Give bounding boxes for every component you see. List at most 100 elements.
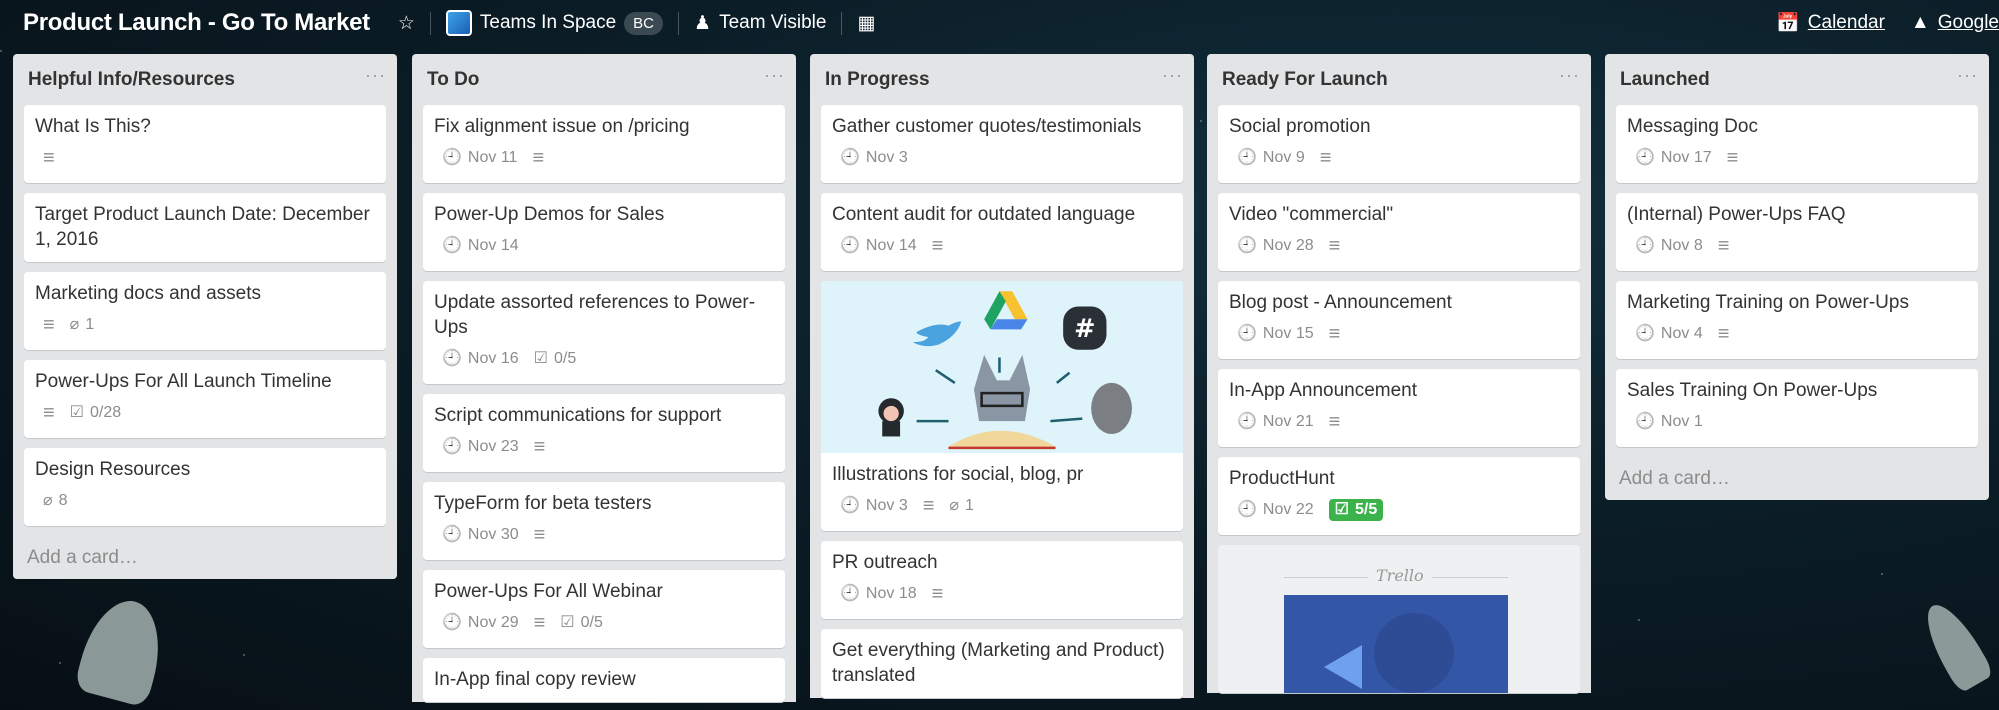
card[interactable]: Sales Training On Power-Ups 🕘 Nov 1 [1616,369,1978,447]
card[interactable]: (Internal) Power-Ups FAQ 🕘 Nov 8 ≡ [1616,193,1978,271]
checklist-count: 0/5 [553,350,577,367]
list-menu-icon[interactable]: ··· [365,65,386,86]
card[interactable]: Design Resources ⌀ 8 [24,448,386,526]
clock-icon: 🕘 [840,497,860,514]
card[interactable]: PR outreach 🕘 Nov 18 ≡ [821,541,1183,619]
paperclip-icon: ⌀ [69,316,80,333]
description-icon: ≡ [1319,147,1332,169]
card-body: Marketing Training on Power-Ups 🕘 Nov 4 ≡ [1616,281,1978,359]
calendar-link[interactable]: Calendar [1808,12,1885,34]
list-menu-icon[interactable]: ··· [1559,65,1580,86]
card-body: Update assorted references to Power-Ups 🕘… [423,281,785,384]
google-drive-icon: ▲ [1910,12,1930,33]
description-icon: ≡ [43,402,55,424]
card[interactable]: Script communications for support 🕘 Nov 23… [423,394,785,472]
background-star [1200,120,1202,122]
checklist-count: 0/5 [580,614,603,631]
card[interactable]: TypeForm for beta testers 🕘 Nov 30 ≡ [423,482,785,560]
clock-icon: 🕘 [1635,325,1655,342]
calendar-button[interactable]: 📅 Calendar [1776,11,1885,35]
card-cover-email: Trello [1218,545,1580,693]
card[interactable]: Power-Ups For All Webinar 🕘 Nov 29 ≡ ☑ 0/5 [423,570,785,648]
attachment-count: 1 [85,316,95,333]
team-button[interactable]: Teams In Space BC [445,10,664,36]
card-body: Power-Ups For All Webinar 🕘 Nov 29 ≡ ☑ 0/5 [423,570,785,648]
card-title: Gather customer quotes/testimonials [832,116,1142,137]
list-title[interactable]: Launched [1620,69,1710,91]
card[interactable]: Power-Ups For All Launch Timeline ≡ ☑ 0/28 [24,360,386,438]
card[interactable]: Video "commercial" 🕘 Nov 28 ≡ [1218,193,1580,271]
svg-text:#: # [1074,314,1095,344]
card-badges: 🕘 Nov 3 ≡ ⌀ 1 [832,491,1172,521]
list-header: To Do ··· [423,54,785,105]
description-icon: ≡ [1726,147,1739,169]
card[interactable]: # Illustrations for social, blog, pr 🕘 Nov… [821,281,1183,531]
star-icon[interactable]: ☆ [398,12,415,35]
card[interactable]: Content audit for outdated language 🕘 Nov … [821,193,1183,271]
checklist-badge: ☑ 0/5 [560,614,603,632]
card[interactable]: Messaging Doc 🕘 Nov 17 ≡ [1616,105,1978,183]
card-badges: 🕘 Nov 3 [832,143,1172,173]
list: To Do ··· Fix alignment issue on /pricing 🕘… [412,54,796,702]
description-icon: ≡ [1328,235,1341,257]
attachment-badge: ⌀ 1 [70,316,95,334]
due-date-badge: 🕘 Nov 30 [442,526,519,544]
card-body: Gather customer quotes/testimonials 🕘 Nov … [821,105,1183,183]
card-title: Fix alignment issue on /pricing [434,116,690,137]
card-badges: 🕘 Nov 11 ≡ [434,143,774,173]
card[interactable]: Trello [1218,545,1580,693]
visibility-button[interactable]: ♟ Team Visible [694,12,826,35]
due-date-badge: 🕘 Nov 9 [1237,149,1305,167]
list-menu-icon[interactable]: ··· [764,65,785,86]
due-date-badge: 🕘 Nov 29 [442,614,519,632]
card[interactable]: Power-Up Demos for Sales 🕘 Nov 14 [423,193,785,271]
card[interactable]: Target Product Launch Date: December 1, … [24,193,386,262]
card-title: What Is This? [35,116,151,137]
add-card-button[interactable]: Add a card… [24,536,386,579]
card-badges: 🕘 Nov 18 ≡ [832,579,1172,609]
card[interactable]: Marketing Training on Power-Ups 🕘 Nov 4 ≡ [1616,281,1978,359]
google-drive-button[interactable]: ▲ Google [1911,12,1999,34]
card[interactable]: In-App final copy review [423,658,785,702]
checklist-count: 0/28 [90,404,122,421]
due-date-badge: 🕘 Nov 22 [1237,501,1314,519]
clock-icon: 🕘 [442,149,462,166]
list-title[interactable]: Helpful Info/Resources [28,69,235,91]
list-header: In Progress ··· [821,54,1183,105]
card[interactable]: Get everything (Marketing and Product) t… [821,629,1183,698]
list: Ready For Launch ··· Social promotion 🕘 Nov … [1207,54,1591,693]
list-menu-icon[interactable]: ··· [1957,65,1978,86]
card[interactable]: What Is This? ≡ [24,105,386,183]
card[interactable]: Blog post - Announcement 🕘 Nov 15 ≡ [1218,281,1580,359]
card[interactable]: Fix alignment issue on /pricing 🕘 Nov 11 ≡ [423,105,785,183]
clock-icon: 🕘 [1237,325,1257,342]
list-menu-icon[interactable]: ··· [1162,65,1183,86]
list-header: Ready For Launch ··· [1218,54,1580,105]
due-date: Nov 14 [467,237,519,254]
list-title[interactable]: Ready For Launch [1222,69,1388,91]
card-badges: 🕘 Nov 9 ≡ [1229,143,1569,173]
card-title: Video "commercial" [1229,204,1394,225]
list-title[interactable]: To Do [427,69,479,91]
attachment-badge: ⌀ 8 [43,492,68,510]
card-body: Video "commercial" 🕘 Nov 28 ≡ [1218,193,1580,271]
card-body: Content audit for outdated language 🕘 Nov … [821,193,1183,271]
background-boat [1915,596,1995,694]
checkbox-icon: ☑ [533,350,548,367]
archive-icon[interactable]: ▦ [857,12,875,35]
clock-icon: 🕘 [442,237,462,254]
card[interactable]: In-App Announcement 🕘 Nov 21 ≡ [1218,369,1580,447]
google-drive-link[interactable]: Google [1938,12,1999,34]
list-title[interactable]: In Progress [825,69,930,91]
background-star [59,662,61,664]
checklist-badge: ☑ 0/28 [70,404,121,422]
card-badges: 🕘 Nov 15 ≡ [1229,319,1569,349]
board-title[interactable]: Product Launch - Go To Market [23,9,370,37]
card[interactable]: Update assorted references to Power-Ups 🕘… [423,281,785,384]
card[interactable]: Social promotion 🕘 Nov 9 ≡ [1218,105,1580,183]
card[interactable]: ProductHunt 🕘 Nov 22 ☑ 5/5 [1218,457,1580,535]
card[interactable]: Gather customer quotes/testimonials 🕘 Nov … [821,105,1183,183]
add-card-button[interactable]: Add a card… [1616,457,1978,500]
due-date: Nov 21 [1262,413,1314,430]
card[interactable]: Marketing docs and assets ≡ ⌀ 1 [24,272,386,350]
